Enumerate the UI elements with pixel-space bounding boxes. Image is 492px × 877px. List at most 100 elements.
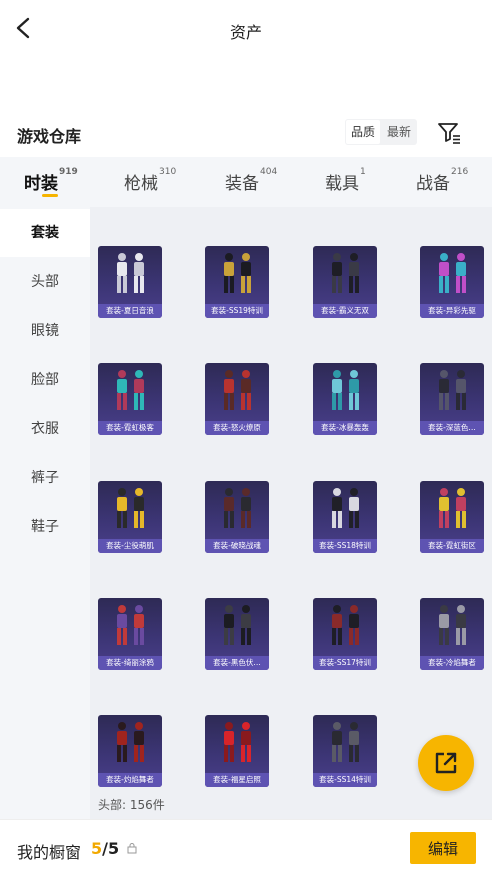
- sort-newest-button[interactable]: 最新: [381, 119, 417, 145]
- tab-count: 919: [59, 167, 78, 177]
- outfit-white-hooded-icon: [117, 253, 144, 293]
- showcase-count: 5/5: [91, 839, 119, 858]
- share-external-icon: [435, 752, 457, 774]
- outfit-dark-blue-icon: [439, 370, 466, 410]
- filter-icon[interactable]: [436, 119, 462, 145]
- item-card[interactable]: 套装-尘役萌肌: [98, 481, 162, 553]
- tab-equipment[interactable]: 装备404: [225, 167, 278, 194]
- showcase-total: /5: [102, 839, 120, 858]
- top-bar: 资产: [0, 0, 492, 58]
- item-label: 套装-绮丽涂鸦: [98, 656, 162, 670]
- tab-count: 216: [451, 167, 469, 177]
- tab-fashion[interactable]: 时装919: [24, 167, 78, 194]
- sidebar-item-glasses[interactable]: 眼镜: [0, 307, 90, 355]
- item-card[interactable]: 套装-异彩先驱: [420, 246, 484, 318]
- item-label: 套装-深蓝色…: [420, 421, 484, 435]
- item-card[interactable]: 套装-SS19特训: [205, 246, 269, 318]
- item-card[interactable]: 套装-霸义无双: [313, 246, 377, 318]
- sidebar-item-pants[interactable]: 裤子: [0, 454, 90, 502]
- outfit-black-shadow-icon: [224, 605, 251, 645]
- item-label: 套装-怒火燎原: [205, 421, 269, 435]
- sidebar: 套装 头部 眼镜 脸部 衣服 裤子 鞋子: [0, 207, 90, 819]
- item-label: 套装-尘役萌肌: [98, 539, 162, 553]
- item-label: 套装-冷焰舞者: [420, 656, 484, 670]
- section-header: 游戏仓库 品质 最新: [0, 112, 492, 154]
- item-card[interactable]: 套装-灼焰舞者: [98, 715, 162, 787]
- item-card[interactable]: 套装-冰暴轰轰: [313, 363, 377, 435]
- item-card[interactable]: 套装-黑色伏…: [205, 598, 269, 670]
- outfit-ice-icon: [332, 370, 359, 410]
- item-card[interactable]: 套装-冷焰舞者: [420, 598, 484, 670]
- sidebar-item-shoes[interactable]: 鞋子: [0, 503, 90, 551]
- item-card[interactable]: 套装-SS18特训: [313, 481, 377, 553]
- tab-label: 载具: [325, 174, 359, 194]
- item-label: 套装-SS17特训: [313, 656, 377, 670]
- item-label: 套装-霓虹街区: [420, 539, 484, 553]
- outfit-graffiti-icon: [117, 605, 144, 645]
- section-title: 游戏仓库: [17, 127, 82, 146]
- sidebar-item-face[interactable]: 脸部: [0, 356, 90, 404]
- lock-icon: [127, 843, 137, 854]
- showcase-current: 5: [91, 839, 103, 858]
- edit-button[interactable]: 编辑: [410, 832, 476, 864]
- item-label: 套装-霸义无双: [313, 304, 377, 318]
- item-card[interactable]: 套装-霓虹街区: [420, 481, 484, 553]
- item-card[interactable]: 套装-破晓战魂: [205, 481, 269, 553]
- outfit-black-icon: [332, 253, 359, 293]
- tab-label: 装备: [225, 174, 259, 194]
- item-label: 套装-福星启照: [205, 773, 269, 787]
- tab-label: 战备: [416, 174, 450, 194]
- tab-battle-supplies[interactable]: 战备216: [416, 167, 469, 194]
- item-label: 套装-破晓战魂: [205, 539, 269, 553]
- item-label: 套装-SS14特训: [313, 773, 377, 787]
- item-card[interactable]: 套装-深蓝色…: [420, 363, 484, 435]
- item-label: 套装-异彩先驱: [420, 304, 484, 318]
- tab-count: 1: [360, 167, 366, 177]
- page-title: 资产: [229, 23, 262, 42]
- item-label: 套装-霓虹极客: [98, 421, 162, 435]
- outfit-gold-black-icon: [224, 253, 251, 293]
- outfit-colorful-icon: [439, 253, 466, 293]
- item-label: 套装-黑色伏…: [205, 656, 269, 670]
- item-card[interactable]: 套装-SS17特训: [313, 598, 377, 670]
- item-label: 套装-SS19特训: [205, 304, 269, 318]
- showcase-bar: 我的橱窗 5/5 编辑: [0, 819, 492, 877]
- outfit-black-white-icon: [332, 488, 359, 528]
- tab-count: 310: [159, 167, 177, 177]
- category-tabs: 时装919 枪械310 装备404 载具1 战备216: [0, 157, 492, 207]
- outfit-neon-geek-icon: [117, 370, 144, 410]
- item-label: 套装-SS18特训: [313, 539, 377, 553]
- sidebar-item-clothes[interactable]: 衣服: [0, 405, 90, 453]
- item-card[interactable]: 套装-霓虹极客: [98, 363, 162, 435]
- tab-count: 404: [260, 167, 278, 177]
- outfit-hooded-cloak-icon: [224, 488, 251, 528]
- item-card[interactable]: 套装-夏日音浪: [98, 246, 162, 318]
- tab-label: 时装: [24, 174, 58, 194]
- outfit-red-black-icon: [332, 605, 359, 645]
- outfit-yellow-icon: [117, 488, 144, 528]
- item-card[interactable]: 套装-绮丽涂鸦: [98, 598, 162, 670]
- sort-toggle: 品质 最新: [345, 119, 418, 145]
- head-count-summary: 头部: 156件: [98, 798, 165, 812]
- sort-quality-button[interactable]: 品质: [346, 120, 381, 144]
- outfit-red-jacket-icon: [224, 370, 251, 410]
- outfit-street-icon: [439, 488, 466, 528]
- outfit-dark-armor-icon: [332, 722, 359, 762]
- item-label: 套装-冰暴轰轰: [313, 421, 377, 435]
- outfit-red-dancer-icon: [117, 722, 144, 762]
- tab-label: 枪械: [124, 174, 158, 194]
- item-card[interactable]: 套装-怒火燎原: [205, 363, 269, 435]
- outfit-red-festive-icon: [224, 722, 251, 762]
- sidebar-item-suit[interactable]: 套装: [0, 209, 90, 257]
- item-card[interactable]: 套装-SS14特训: [313, 715, 377, 787]
- active-tab-indicator: [42, 194, 58, 197]
- item-label: 套装-夏日音浪: [98, 304, 162, 318]
- tab-vehicles[interactable]: 载具1: [325, 167, 366, 194]
- sidebar-item-head[interactable]: 头部: [0, 258, 90, 306]
- tab-guns[interactable]: 枪械310: [124, 167, 177, 194]
- share-button[interactable]: [418, 735, 474, 791]
- item-card[interactable]: 套装-福星启照: [205, 715, 269, 787]
- item-label: 套装-灼焰舞者: [98, 773, 162, 787]
- outfit-grey-dancer-icon: [439, 605, 466, 645]
- showcase-label: 我的橱窗: [17, 843, 82, 862]
